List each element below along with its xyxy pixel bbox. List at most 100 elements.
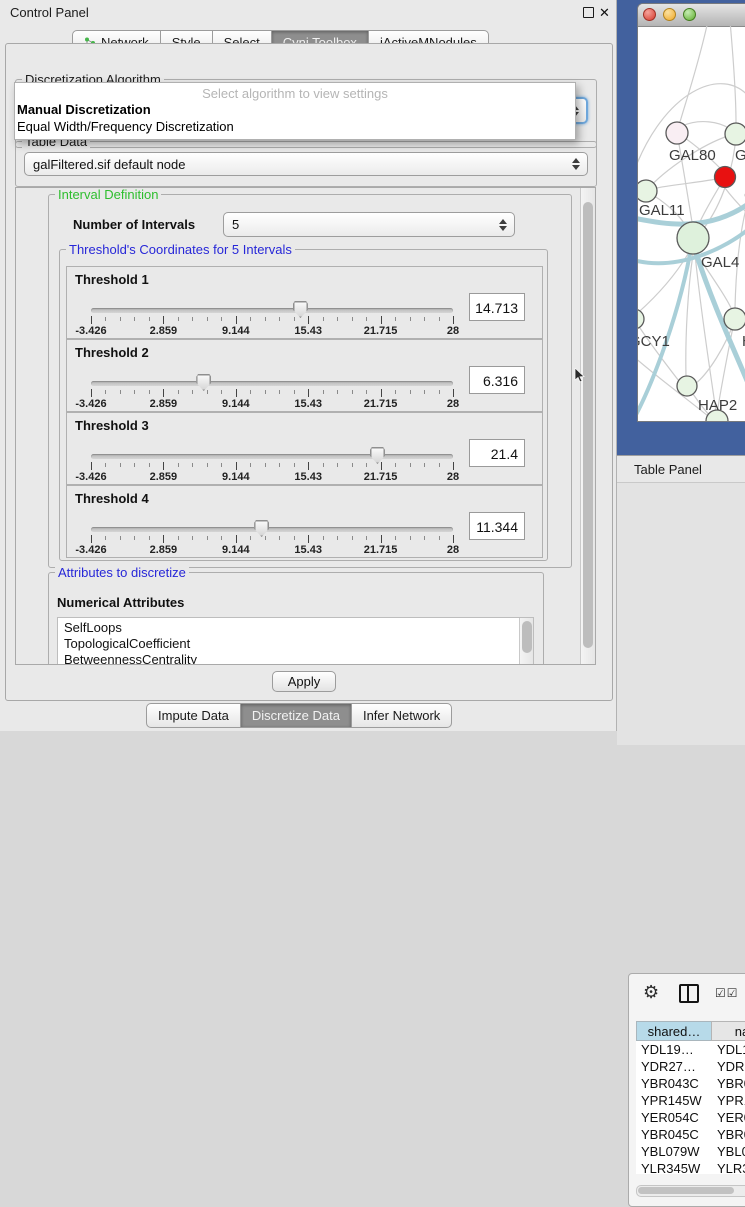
- settings-scrollpane: Interval Definition Number of Intervals …: [15, 187, 596, 665]
- table-row[interactable]: YER054CYER0: [636, 1109, 745, 1126]
- tab-discretize-data[interactable]: Discretize Data: [240, 703, 352, 728]
- attributes-group: Attributes to discretize Numerical Attri…: [48, 572, 544, 665]
- table-row[interactable]: YLR345WYLR3: [636, 1160, 745, 1174]
- node: [666, 122, 688, 144]
- threshold-label: Threshold 4: [75, 491, 149, 506]
- split-view-icon[interactable]: [679, 984, 699, 1003]
- slider-track: [91, 454, 453, 459]
- node-label: GCY1: [638, 333, 670, 350]
- node-label: GAL11: [639, 202, 685, 219]
- threshold-value-field[interactable]: 14.713: [469, 293, 525, 321]
- threshold-slider[interactable]: -3.4262.859 9.14415.43 21.71528: [91, 520, 453, 556]
- thresholds-group: Threshold's Coordinates for 5 Intervals …: [59, 249, 548, 561]
- num-intervals-combobox[interactable]: 5: [223, 212, 515, 237]
- table-row[interactable]: YBR043CYBR0: [636, 1075, 745, 1092]
- node: [638, 180, 657, 202]
- table-panel-card: ⚙ ☑☑ shared… name YDL19…YDL1 YDR27…YDR2 …: [628, 973, 745, 1207]
- zoom-traffic-light-icon[interactable]: [683, 8, 696, 21]
- node: [677, 376, 697, 396]
- float-window-icon[interactable]: [583, 7, 594, 18]
- cyni-toolbox-panel: Discretization Algorithm Table Data galF…: [5, 43, 613, 701]
- slider-track: [91, 527, 453, 532]
- slider-tick-labels: -3.4262.859 9.14415.43 21.71528: [91, 544, 453, 556]
- table-row[interactable]: YBL079WYBL0: [636, 1143, 745, 1160]
- threshold-label: Threshold 2: [75, 345, 149, 360]
- algorithm-dropdown-popup: Select algorithm to view settings Manual…: [14, 82, 576, 140]
- interval-definition-group: Interval Definition Number of Intervals …: [48, 194, 572, 568]
- threshold-slider[interactable]: -3.4262.859 9.14415.43 21.71528: [91, 447, 453, 483]
- threshold-slider[interactable]: -3.4262.859 9.14415.43 21.71528: [91, 374, 453, 410]
- threshold-panel: Threshold 1 -3.4262.859 9.14415.43 21.71…: [66, 266, 543, 339]
- threshold-value-field[interactable]: 21.4: [469, 439, 525, 467]
- node-label: GAL4: [701, 254, 739, 271]
- attributes-list[interactable]: SelfLoops TopologicalCoefficient Between…: [57, 617, 534, 665]
- right-workspace: GAL80 GA GAL11 C GAL4 GCY1 H HAP2 Table …: [617, 0, 745, 745]
- dropdown-hint: Select algorithm to view settings: [15, 86, 575, 101]
- stepper-icon: [572, 156, 580, 172]
- tab-infer-network[interactable]: Infer Network: [351, 703, 452, 728]
- table-row[interactable]: YBR045CYBR0: [636, 1126, 745, 1143]
- threshold-label: Threshold 3: [75, 418, 149, 433]
- slider-ticks: [91, 316, 453, 325]
- node: [725, 123, 745, 145]
- network-view-window[interactable]: GAL80 GA GAL11 C GAL4 GCY1 H HAP2: [637, 3, 745, 422]
- mouse-cursor: [574, 368, 585, 384]
- node-selected: [715, 167, 736, 188]
- stepper-icon: [499, 217, 507, 233]
- num-intervals-label: Number of Intervals: [73, 217, 195, 232]
- list-scrollbar[interactable]: [519, 618, 533, 664]
- table-panel-title: Table Panel: [634, 462, 702, 477]
- network-desktop: GAL80 GA GAL11 C GAL4 GCY1 H HAP2: [617, 0, 745, 455]
- slider-tick-labels: -3.4262.859 9.14415.43 21.71528: [91, 325, 453, 337]
- table-panel-header: Table Panel: [617, 455, 745, 483]
- threshold-panel: Threshold 3 -3.4262.859 9.14415.43 21.71…: [66, 412, 543, 485]
- table-row[interactable]: YPR145WYPR1: [636, 1092, 745, 1109]
- slider-ticks: [91, 462, 453, 471]
- threshold-panel: Threshold 2 -3.4262.859 9.14415.43 21.71…: [66, 339, 543, 412]
- table-rows: YDL19…YDL1 YDR27…YDR2 YBR043CYBR0 YPR145…: [636, 1041, 745, 1174]
- node-gal4: [677, 222, 709, 254]
- table-data-group: Table Data galFiltered.sif default node: [15, 141, 597, 187]
- list-item[interactable]: BetweennessCentrality: [58, 652, 533, 665]
- network-window-titlebar[interactable]: [638, 4, 745, 27]
- table-data-combobox[interactable]: galFiltered.sif default node: [24, 152, 588, 176]
- threshold-slider[interactable]: -3.4262.859 9.14415.43 21.71528: [91, 301, 453, 337]
- close-icon[interactable]: ✕: [599, 6, 610, 19]
- node: [724, 308, 745, 330]
- slider-tick-labels: -3.4262.859 9.14415.43 21.71528: [91, 398, 453, 410]
- node-label: HAP2: [698, 397, 737, 414]
- slider-tick-labels: -3.4262.859 9.14415.43 21.71528: [91, 471, 453, 483]
- select-columns-checkbox-icons[interactable]: ☑☑: [715, 986, 739, 1000]
- dropdown-item-manual[interactable]: Manual Discretization: [17, 102, 151, 117]
- threshold-label: Threshold 1: [75, 272, 149, 287]
- slider-ticks: [91, 389, 453, 398]
- threshold-value-field[interactable]: 11.344: [469, 512, 525, 540]
- close-traffic-light-icon[interactable]: [643, 8, 656, 21]
- group-label: Interval Definition: [55, 187, 161, 202]
- slider-ticks: [91, 535, 453, 544]
- node: [638, 309, 644, 329]
- dropdown-item-equal-width[interactable]: Equal Width/Frequency Discretization: [17, 119, 234, 134]
- minimize-traffic-light-icon[interactable]: [663, 8, 676, 21]
- settings-scrollbar[interactable]: [580, 188, 595, 664]
- table-panel-body: ⚙ ☑☑ shared… name YDL19…YDL1 YDR27…YDR2 …: [617, 483, 745, 745]
- group-label: Attributes to discretize: [55, 565, 189, 580]
- table-row[interactable]: YDR27…YDR2: [636, 1058, 745, 1075]
- gear-icon[interactable]: ⚙: [643, 983, 659, 1003]
- list-item[interactable]: SelfLoops: [58, 620, 533, 636]
- column-header-name[interactable]: name: [711, 1021, 745, 1041]
- bottom-tab-bar: Impute Data Discretize Data Infer Networ…: [146, 703, 452, 728]
- column-header-shared-name[interactable]: shared…: [636, 1021, 712, 1041]
- network-canvas[interactable]: GAL80 GA GAL11 C GAL4 GCY1 H HAP2: [638, 26, 745, 421]
- list-item[interactable]: TopologicalCoefficient: [58, 636, 533, 652]
- table-horizontal-scrollbar[interactable]: [636, 1185, 745, 1197]
- group-label: Threshold's Coordinates for 5 Intervals: [66, 242, 295, 257]
- node-table[interactable]: shared… name YDL19…YDL1 YDR27…YDR2 YBR04…: [636, 1021, 745, 1174]
- apply-button[interactable]: Apply: [272, 671, 336, 692]
- table-row[interactable]: YDL19…YDL1: [636, 1041, 745, 1058]
- threshold-value-field[interactable]: 6.316: [469, 366, 525, 394]
- panel-title: Control Panel: [10, 5, 89, 20]
- node-label: GAL80: [669, 147, 716, 164]
- tab-impute-data[interactable]: Impute Data: [146, 703, 241, 728]
- threshold-panel: Threshold 4 -3.4262.859 9.14415.43 21.71…: [66, 485, 543, 558]
